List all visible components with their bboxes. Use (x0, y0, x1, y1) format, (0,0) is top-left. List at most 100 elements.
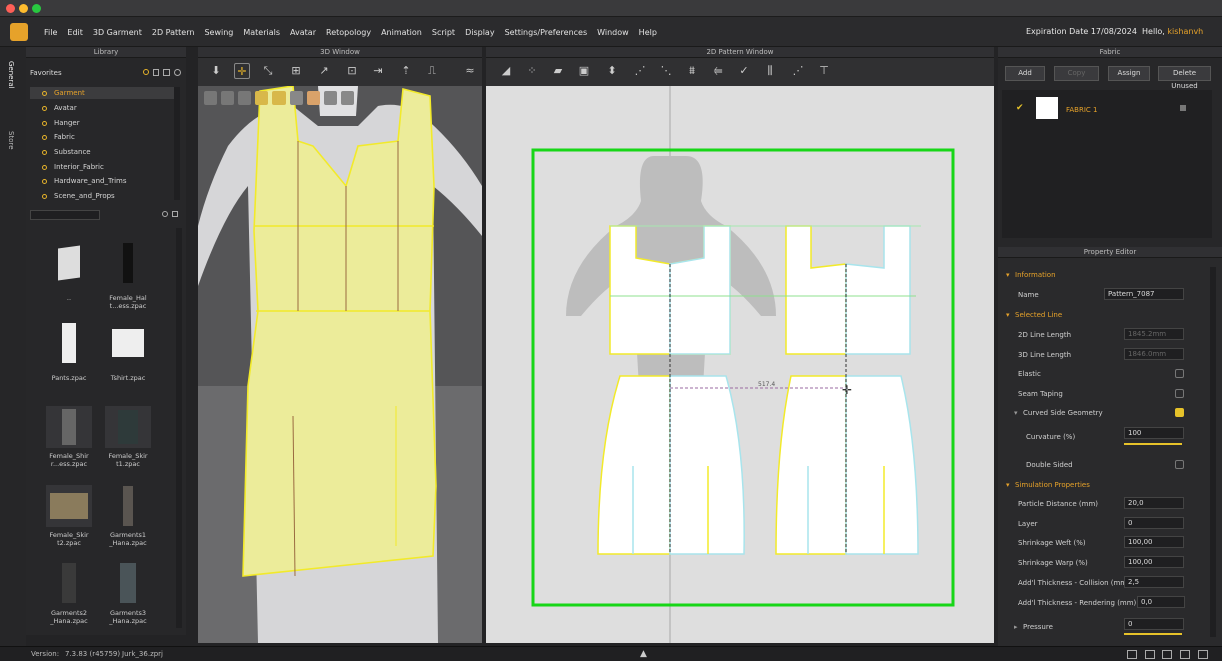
menu-materials[interactable]: Materials (243, 28, 280, 37)
tape-icon[interactable]: ⋰ (790, 63, 806, 79)
layout-custom-icon[interactable] (1198, 650, 1208, 659)
list-item[interactable]: Avatar (42, 104, 77, 112)
section-selected-line[interactable]: ▾ Selected Line (998, 305, 1208, 325)
edit-point-icon[interactable]: ⁘ (524, 63, 540, 79)
file-thumb[interactable] (105, 322, 151, 364)
more-tools-icon[interactable]: ≈ (462, 63, 478, 79)
collision-field[interactable]: 2,5 (1124, 576, 1184, 588)
dart-icon[interactable]: ⋰ (632, 63, 648, 79)
menu-3d-garment[interactable]: 3D Garment (93, 28, 142, 37)
name-field[interactable]: Pattern_7087 (1104, 288, 1184, 300)
file-thumb[interactable] (105, 242, 151, 284)
list-item[interactable]: ✔ FABRIC 1 (1002, 96, 1212, 122)
fabric-options-icon[interactable] (1180, 105, 1186, 111)
garment-icon[interactable]: ⊤ (816, 63, 832, 79)
layout-grid-icon[interactable] (1180, 650, 1190, 659)
curvature-field[interactable]: 100 (1124, 427, 1184, 439)
layout-single-icon[interactable] (1127, 650, 1137, 659)
3d-viewport[interactable] (198, 86, 482, 643)
pressure-slider[interactable] (1124, 633, 1182, 635)
file-thumb[interactable] (105, 406, 151, 448)
fold-icon[interactable]: ⫼ (762, 63, 778, 79)
file-thumb[interactable] (46, 406, 92, 448)
rectangle-icon[interactable]: ▣ (576, 63, 592, 79)
maximize-window-button[interactable] (32, 4, 41, 13)
list-item[interactable]: Interior_Fabric (42, 163, 104, 171)
add-fabric-button[interactable]: Add (1005, 66, 1045, 81)
double-sided-checkbox[interactable] (1175, 460, 1184, 469)
layer-field[interactable]: 0 (1124, 517, 1184, 529)
fold-arrangement-icon[interactable]: ⊞ (288, 63, 304, 79)
file-thumb[interactable] (105, 562, 151, 604)
expand-up-icon[interactable]: ▲ (640, 649, 647, 659)
refresh-icon[interactable] (174, 69, 181, 76)
back-skirt-pattern[interactable] (775, 375, 847, 555)
file-thumb[interactable] (46, 242, 92, 284)
file-thumb[interactable] (105, 485, 151, 527)
list-item[interactable]: Hardware_and_Trims (42, 177, 127, 185)
front-skirt-right-half[interactable] (669, 375, 745, 555)
menu-settings[interactable]: Settings/Preferences (505, 28, 588, 37)
file-thumb[interactable] (46, 322, 92, 364)
tack-icon[interactable]: ↗ (316, 63, 332, 79)
assign-fabric-button[interactable]: Assign (1108, 66, 1150, 81)
menu-script[interactable]: Script (432, 28, 455, 37)
file-thumb[interactable] (46, 485, 92, 527)
chevron-down-icon[interactable]: ▾ (1014, 409, 1018, 417)
copy-fabric-button[interactable]: Copy (1054, 66, 1099, 81)
list-item[interactable]: Substance (42, 148, 91, 156)
chevron-right-icon[interactable]: ▸ (1014, 623, 1018, 631)
library-search-input[interactable] (30, 210, 100, 220)
close-window-button[interactable] (6, 4, 15, 13)
file-thumb[interactable] (46, 562, 92, 604)
segment-sewing-icon[interactable]: ⩩ (684, 63, 700, 79)
curvature-slider[interactable] (1124, 443, 1182, 445)
menu-display[interactable]: Display (465, 28, 495, 37)
list-item[interactable]: Hanger (42, 119, 80, 127)
menu-window[interactable]: Window (597, 28, 629, 37)
favorites-scrollbar[interactable] (174, 87, 180, 200)
polygon-icon[interactable]: ▰ (550, 63, 566, 79)
measure-icon[interactable]: ⎍ (424, 63, 440, 79)
garment-fit-icon[interactable]: ⊡ (344, 63, 360, 79)
list-item[interactable]: Garment (42, 89, 85, 97)
internal-polygon-icon[interactable]: ⬍ (604, 63, 620, 79)
rendering-field[interactable]: 0,0 (1137, 596, 1185, 608)
favorite-icon[interactable] (143, 69, 149, 75)
2d-canvas[interactable]: 517.4 ✛ (486, 86, 994, 643)
layout-split-icon[interactable] (1145, 650, 1155, 659)
fabric-display-icon[interactable] (272, 91, 286, 105)
pressure-field[interactable]: 0 (1124, 618, 1184, 630)
texture-display-icon[interactable] (238, 91, 252, 105)
delete-unused-button[interactable]: Delete Unused (1158, 66, 1211, 90)
warp-field[interactable]: 100,00 (1124, 556, 1184, 568)
color-display-icon[interactable] (255, 91, 269, 105)
avatar-skin-icon[interactable] (306, 91, 320, 105)
check-sewing-icon[interactable]: ✓ (736, 63, 752, 79)
2d-pattern-window[interactable]: 2D Pattern Window ◢ ⁘ ▰ ▣ ⬍ ⋰ ⋱ ⩩ ⥢ ✓ ⫼ … (486, 47, 994, 643)
tab-general[interactable]: General (7, 61, 15, 89)
menu-help[interactable]: Help (639, 28, 657, 37)
menu-animation[interactable]: Animation (381, 28, 422, 37)
raise-icon[interactable]: ⇡ (398, 63, 414, 79)
weft-field[interactable]: 100,00 (1124, 536, 1184, 548)
menu-sewing[interactable]: Sewing (204, 28, 233, 37)
export-icon[interactable] (340, 91, 354, 105)
elastic-checkbox[interactable] (1175, 369, 1184, 378)
curved-side-checkbox[interactable] (1175, 408, 1184, 417)
file-grid-scrollbar[interactable] (176, 228, 182, 628)
list-item[interactable]: Fabric (42, 133, 75, 141)
list-view-icon[interactable] (172, 211, 178, 217)
section-information[interactable]: ▾ Information (998, 265, 1208, 285)
3d-window[interactable]: 3D Window ⬇ ✛ ⤡ ⊞ ↗ ⊡ ⇥ ⇡ ⎍ ≈ (198, 47, 482, 643)
hanger-icon[interactable] (323, 91, 337, 105)
user-greeting[interactable]: Hello, kishanvh (1142, 27, 1203, 36)
list-item[interactable]: Scene_and_Props (42, 192, 115, 200)
tab-store[interactable]: Store (7, 131, 15, 150)
layout-2d-icon[interactable] (1162, 650, 1172, 659)
refresh-icon[interactable] (162, 211, 168, 217)
simulation-icon[interactable]: ⬇ (208, 63, 224, 79)
select-move-icon[interactable]: ✛ (234, 63, 250, 79)
show-pin-icon[interactable] (289, 91, 303, 105)
menu-2d-pattern[interactable]: 2D Pattern (152, 28, 195, 37)
